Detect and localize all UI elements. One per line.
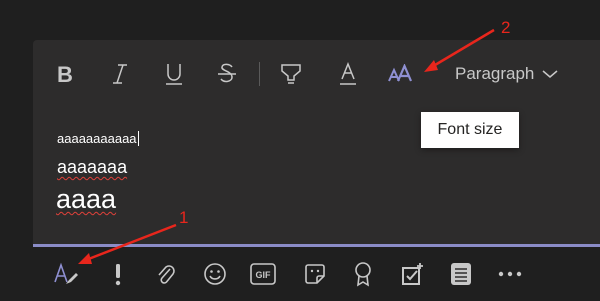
emoji-icon: [204, 263, 226, 285]
chevron-down-icon: [542, 70, 558, 78]
important-button[interactable]: [100, 257, 136, 291]
paragraph-dropdown[interactable]: Paragraph: [455, 58, 558, 90]
svg-text:B: B: [57, 63, 73, 85]
underline-icon: [166, 64, 182, 85]
text-medium: aaaaaaa: [57, 157, 128, 177]
text-large: aaaa: [56, 184, 117, 214]
bold-button[interactable]: B: [47, 58, 83, 90]
compose-focus-line: [33, 244, 600, 247]
italic-icon: [113, 64, 127, 84]
text-caret: [137, 131, 139, 146]
toolbar-separator: [259, 62, 260, 86]
praise-icon: [355, 262, 371, 287]
strikethrough-button[interactable]: [209, 58, 245, 90]
approvals-icon: [402, 263, 423, 285]
format-icon: [54, 262, 78, 284]
compose-actions-bar: GIF: [33, 252, 600, 297]
sticker-icon: [305, 264, 325, 284]
text-line-large: aaaa: [56, 184, 116, 215]
stream-button[interactable]: [443, 257, 479, 291]
font-size-button[interactable]: [383, 58, 419, 90]
underline-button[interactable]: [156, 58, 192, 90]
highlight-icon: [281, 64, 301, 84]
italic-button[interactable]: [102, 58, 138, 90]
highlight-button[interactable]: [273, 58, 309, 90]
attach-icon: [158, 265, 175, 284]
gif-button[interactable]: GIF: [245, 257, 281, 291]
text-small: aaaaaaaaaaa: [57, 131, 137, 146]
more-options-button[interactable]: [492, 257, 528, 291]
more-options-icon: [498, 271, 522, 277]
sticker-button[interactable]: [297, 257, 333, 291]
gif-icon: GIF: [250, 263, 276, 285]
callout-number-2: 2: [501, 18, 511, 37]
font-color-button[interactable]: [330, 58, 366, 90]
font-color-icon: [340, 62, 356, 85]
important-icon: [115, 264, 121, 286]
text-line-small: aaaaaaaaaaa: [57, 131, 139, 146]
approvals-button[interactable]: [395, 257, 431, 291]
callout-number-1: 1: [179, 208, 189, 227]
stream-icon: [451, 263, 471, 285]
praise-button[interactable]: [345, 257, 381, 291]
bold-icon: B: [57, 63, 73, 85]
strikethrough-icon: [218, 63, 236, 83]
font-size-icon: [388, 64, 413, 82]
formatting-toolbar: B Paragraph: [33, 52, 600, 96]
emoji-button[interactable]: [197, 257, 233, 291]
paragraph-label: Paragraph: [455, 64, 535, 83]
text-line-medium: aaaaaaa: [57, 157, 127, 178]
font-size-tooltip: Font size: [421, 112, 519, 148]
svg-text:GIF: GIF: [256, 270, 272, 280]
message-editor[interactable]: aaaaaaaaaaa aaaaaaa aaaa: [55, 128, 395, 228]
attach-button[interactable]: [148, 257, 184, 291]
format-button[interactable]: [48, 257, 84, 291]
